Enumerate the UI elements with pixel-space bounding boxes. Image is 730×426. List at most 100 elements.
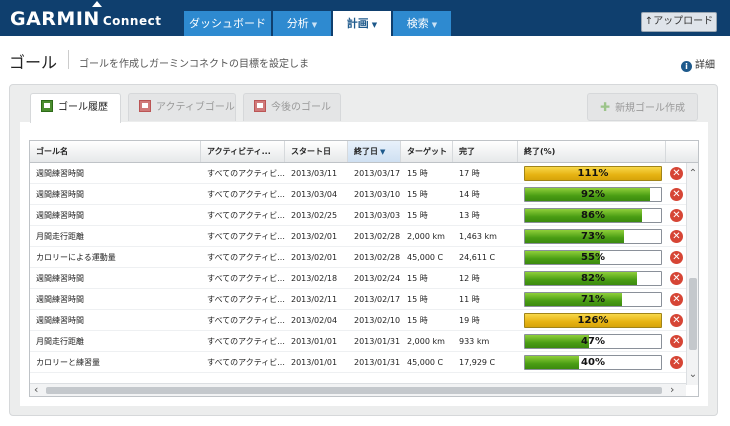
progress-bar: 126% [524,313,662,328]
table-header: ゴール名 アクティビティ... スタート日 終了日 ▼ ターゲット 完了 終了(%… [30,141,698,163]
end-date-cell: 2013/03/10 [354,190,401,199]
tab-label: アクティブゴール [156,102,235,113]
end-date-cell: 2013/02/17 [354,295,401,304]
start-date-cell: 2013/02/01 [291,253,338,262]
new-goal-label: 新規ゴール作成 [615,103,686,114]
scroll-left-icon[interactable]: ‹ [34,383,38,396]
end-date-cell: 2013/01/31 [354,358,401,367]
page-subtitle: ゴールを作成しガーミンコネクトの目標を設定しま [79,59,309,70]
progress-bar: 40% [524,355,662,370]
goal-board-icon [139,100,151,112]
delete-icon[interactable]: ✕ [670,251,683,264]
delete-icon[interactable]: ✕ [670,356,683,369]
nav-analysis[interactable]: 分析 ▼ [273,11,331,36]
details-link[interactable]: i 詳細 [681,56,715,72]
progress-label: 47% [581,336,605,347]
details-label: 詳細 [695,60,715,71]
delete-icon[interactable]: ✕ [670,188,683,201]
goal-history-table: ゴール名 アクティビティ... スタート日 終了日 ▼ ターゲット 完了 終了(%… [29,140,699,397]
nav-label: 分析 [286,17,309,30]
tab-active-goals[interactable]: アクティブゴール [128,93,236,121]
goal-name-cell: 週間練習時間 [36,316,84,325]
start-date-cell: 2013/03/11 [291,169,338,178]
end-date-cell: 2013/03/03 [354,211,401,220]
delete-icon[interactable]: ✕ [670,230,683,243]
scroll-right-icon[interactable]: › [670,383,674,396]
horizontal-scrollbar[interactable]: ‹ › [30,383,686,396]
page-title: ゴール [9,53,58,72]
table-row[interactable]: 週間練習時間 すべてのアクティビ... 2013/02/11 2013/02/17 15… [30,289,698,310]
col-done[interactable]: 完了 [453,141,518,162]
tab-upcoming-goals[interactable]: 今後のゴール [243,93,341,121]
progress-label: 71% [581,294,605,305]
delete-icon[interactable]: ✕ [670,314,683,327]
col-activity[interactable]: アクティビティ... [201,141,285,162]
table-row[interactable]: 月間走行距離 すべてのアクティビ... 2013/02/01 2013/02/28 2,… [30,226,698,247]
done-cell: 14 時 [459,190,480,199]
col-end-date[interactable]: 終了日 ▼ [348,141,401,162]
activity-cell: すべてのアクティビ... [207,295,285,304]
activity-cell: すべてのアクティビ... [207,232,285,241]
logo-triangle-icon [92,1,102,7]
col-target[interactable]: ターゲット [401,141,453,162]
table-row[interactable]: 週間練習時間 すべてのアクティビ... 2013/03/04 2013/03/10 15… [30,184,698,205]
table-row[interactable]: 月間走行距離 すべてのアクティビ... 2013/01/01 2013/01/31 2,… [30,331,698,352]
target-cell: 15 時 [407,274,428,283]
tab-goal-history[interactable]: ゴール履歴 [30,93,121,123]
upload-button[interactable]: ↑アップロード [641,12,717,32]
table-row[interactable]: 週間練習時間 すべてのアクティビ... 2013/03/11 2013/03/17 15… [30,163,698,184]
vertical-scrollbar[interactable]: ⌃ ⌄ [686,163,698,385]
col-start-date[interactable]: スタート日 [285,141,348,162]
target-cell: 2,000 km [407,232,445,241]
delete-icon[interactable]: ✕ [670,293,683,306]
table-row[interactable]: 週間練習時間 すべてのアクティビ... 2013/02/04 2013/02/10 15… [30,310,698,331]
scroll-up-icon[interactable]: ⌃ [687,168,698,179]
table-row[interactable]: 週間練習時間 すべてのアクティビ... 2013/02/18 2013/02/24 15… [30,268,698,289]
nav-dashboard[interactable]: ダッシュボード [184,11,271,36]
start-date-cell: 2013/01/01 [291,337,338,346]
activity-cell: すべてのアクティビ... [207,274,285,283]
done-cell: 17,929 C [459,358,496,367]
target-cell: 15 時 [407,295,428,304]
done-cell: 13 時 [459,211,480,220]
start-date-cell: 2013/02/18 [291,274,338,283]
delete-icon[interactable]: ✕ [670,335,683,348]
col-goal-name[interactable]: ゴール名 [30,141,201,162]
progress-bar: 82% [524,271,662,286]
end-date-cell: 2013/02/28 [354,253,401,262]
sort-desc-icon: ▼ [380,148,386,156]
goal-name-cell: 週間練習時間 [36,169,84,178]
delete-icon[interactable]: ✕ [670,209,683,222]
activity-cell: すべてのアクティビ... [207,316,285,325]
scroll-down-icon[interactable]: ⌄ [687,369,698,380]
progress-bar: 55% [524,250,662,265]
table-row[interactable]: カロリーによる運動量 すべてのアクティビ... 2013/02/01 2013/02/… [30,247,698,268]
table-body: 週間練習時間 すべてのアクティビ... 2013/03/11 2013/03/17 15… [30,163,698,383]
delete-icon[interactable]: ✕ [670,272,683,285]
brand-name: GARMIN [10,8,100,30]
target-cell: 2,000 km [407,337,445,346]
activity-cell: すべてのアクティビ... [207,337,285,346]
progress-label: 82% [581,273,605,284]
nav-label: 計画 [346,17,369,30]
scroll-thumb[interactable] [46,387,662,394]
garmin-logo[interactable]: GARMIN Connect [10,1,162,30]
delete-icon[interactable]: ✕ [670,167,683,180]
done-cell: 12 時 [459,274,480,283]
table-row[interactable]: カロリーと練習量 すべてのアクティビ... 2013/01/01 2013/01/31… [30,352,698,373]
brand-product: Connect [102,14,162,28]
nav-plan[interactable]: 計画 ▼ [333,11,391,36]
chevron-down-icon: ▼ [371,21,378,29]
table-row[interactable]: 週間練習時間 すべてのアクティビ... 2013/02/25 2013/03/03 15… [30,205,698,226]
progress-label: 40% [581,357,605,368]
target-cell: 45,000 C [407,253,444,262]
start-date-cell: 2013/02/25 [291,211,338,220]
col-percent[interactable]: 終了(%) [518,141,666,162]
nav-search[interactable]: 検索 ▼ [393,11,451,36]
activity-cell: すべてのアクティビ... [207,190,285,199]
scroll-thumb[interactable] [689,278,697,350]
new-goal-button[interactable]: ✚ 新規ゴール作成 [587,93,698,121]
end-date-cell: 2013/01/31 [354,337,401,346]
progress-bar: 71% [524,292,662,307]
done-cell: 17 時 [459,169,480,178]
